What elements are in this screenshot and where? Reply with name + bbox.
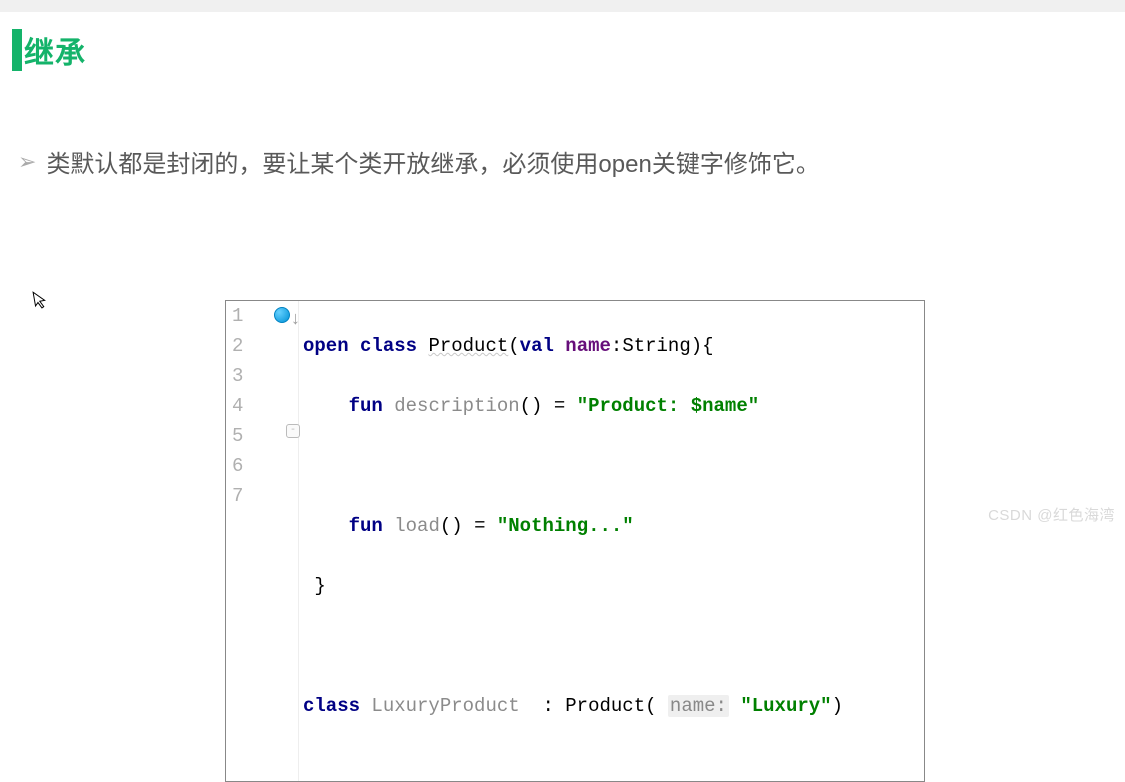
lparen: ( xyxy=(508,335,519,357)
space xyxy=(417,335,428,357)
string-literal: "Product: $name" xyxy=(577,395,759,417)
parens: () xyxy=(520,395,554,417)
rparen: ) xyxy=(832,695,843,717)
code-editor: 1 2 3 4 5 6 7 ↓ - open class Product(val… xyxy=(225,300,925,782)
code-line: fun load() = "Nothing..." xyxy=(303,511,924,541)
field-name: name xyxy=(565,335,611,357)
code-line: class LuxuryProduct : Product( name: "Lu… xyxy=(303,691,924,721)
collapse-down-icon[interactable]: ↓ xyxy=(290,305,301,335)
line-number: 2 xyxy=(232,331,243,361)
function-name: description xyxy=(394,395,519,417)
parens: () xyxy=(440,515,474,537)
fold-end-icon[interactable]: - xyxy=(286,424,300,438)
heading-text: 继承 xyxy=(24,28,86,72)
line-number: 4 xyxy=(232,391,243,421)
space xyxy=(383,515,394,537)
indent xyxy=(303,395,349,417)
top-strip xyxy=(0,0,1125,12)
indent xyxy=(303,515,349,537)
keyword-fun: fun xyxy=(349,515,383,537)
string-literal: "Luxury" xyxy=(740,695,831,717)
space xyxy=(520,695,543,717)
param-type: String xyxy=(622,335,690,357)
equals: = xyxy=(554,395,577,417)
space xyxy=(349,335,360,357)
code-line: open class Product(val name:String){ xyxy=(303,331,924,361)
param-hint: name: xyxy=(668,695,729,717)
line-number: 7 xyxy=(232,481,243,511)
class-name: LuxuryProduct xyxy=(371,695,519,717)
equals: = xyxy=(474,515,497,537)
watermark: CSDN @红色海湾 xyxy=(988,504,1115,525)
code-line xyxy=(303,631,924,661)
code-line: fun description() = "Product: $name" xyxy=(303,391,924,421)
space xyxy=(383,395,394,417)
keyword-class: class xyxy=(360,335,417,357)
line-number: 5 xyxy=(232,421,243,451)
superclass: Product xyxy=(565,695,645,717)
class-name: Product xyxy=(428,335,508,357)
section-heading: 继承 xyxy=(12,28,1125,72)
space xyxy=(360,695,371,717)
mouse-cursor-icon xyxy=(32,289,50,316)
colon: : xyxy=(611,335,622,357)
line-numbers: 1 2 3 4 5 6 7 xyxy=(232,301,243,511)
bullet-icon: ➢ xyxy=(18,151,36,173)
line-number: 6 xyxy=(232,451,243,481)
colon: : xyxy=(542,695,565,717)
gutter: 1 2 3 4 5 6 7 ↓ - xyxy=(226,301,299,781)
keyword-fun: fun xyxy=(349,395,383,417)
run-gutter-icon[interactable] xyxy=(274,307,290,323)
line-number: 1 xyxy=(232,301,243,331)
string-literal: "Nothing..." xyxy=(497,515,634,537)
line-number: 3 xyxy=(232,361,243,391)
lparen: ( xyxy=(645,695,668,717)
code-line xyxy=(303,451,924,481)
code-line: } xyxy=(303,571,924,601)
space xyxy=(554,335,565,357)
code-content: open class Product(val name:String){ fun… xyxy=(299,301,924,781)
keyword-val: val xyxy=(520,335,554,357)
bullet-point: ➢ 类默认都是封闭的，要让某个类开放继承，必须使用open关键字修饰它。 xyxy=(18,144,1125,179)
heading-accent-bar xyxy=(12,29,22,71)
function-name: load xyxy=(394,515,440,537)
space xyxy=(729,695,740,717)
keyword-open: open xyxy=(303,335,349,357)
rparen-brace: ){ xyxy=(691,335,714,357)
keyword-class: class xyxy=(303,695,360,717)
bullet-text: 类默认都是封闭的，要让某个类开放继承，必须使用open关键字修饰它。 xyxy=(46,144,819,179)
